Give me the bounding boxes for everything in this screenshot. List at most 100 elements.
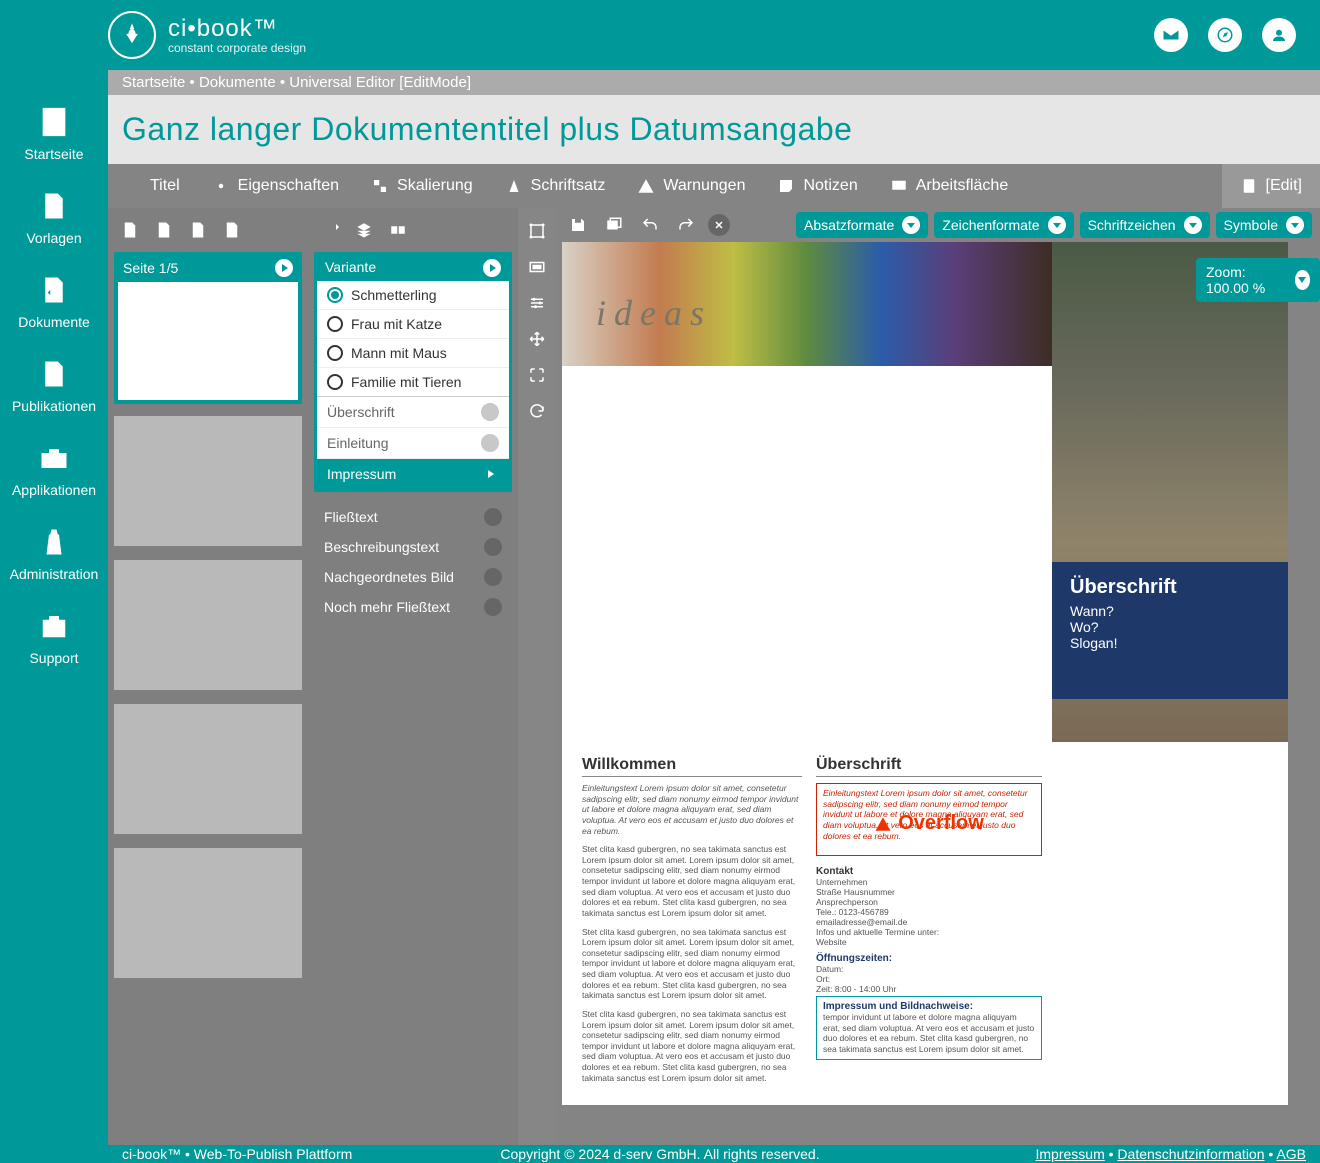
kontakt-line: Unternehmen [816, 877, 1042, 887]
breadcrumb[interactable]: Startseite • Dokumente • Universal Edito… [108, 70, 1320, 95]
file-duplicate-icon[interactable] [184, 216, 212, 244]
undo-icon[interactable] [636, 211, 664, 239]
oeffnung-line: Ort: [816, 974, 1042, 984]
document-page[interactable]: Überschrift Wann? Wo? Slogan! Willkommen… [562, 242, 1288, 1105]
section-item[interactable]: Noch mehr Fließtext [314, 592, 512, 622]
tab-titel[interactable]: Titel [108, 164, 196, 208]
close-icon[interactable] [708, 214, 730, 236]
heading: Überschrift [816, 756, 1042, 777]
nav-dokumente[interactable]: Dokumente [0, 262, 108, 346]
footer-link-agb[interactable]: AGB [1276, 1146, 1306, 1162]
dropdown-schriftzeichen[interactable]: Schriftzeichen [1080, 212, 1210, 238]
redo-icon[interactable] [672, 211, 700, 239]
images-icon[interactable] [600, 211, 628, 239]
nav-vorlagen[interactable]: Vorlagen [0, 178, 108, 262]
section-item[interactable]: Nachgeordnetes Bild [314, 562, 512, 592]
group-icon[interactable] [384, 216, 412, 244]
canvas-area: Absatzformate Zeichenformate Schriftzeic… [556, 208, 1320, 1145]
brand-tagline: constant corporate design [168, 41, 306, 55]
tab-skalierung[interactable]: Skalierung [355, 164, 489, 208]
section-item[interactable]: Impressum [317, 459, 509, 489]
footer-link-datenschutz[interactable]: Datenschutzinformation [1117, 1146, 1264, 1162]
file-new-icon[interactable] [116, 216, 144, 244]
page-thumb-blank[interactable] [114, 848, 302, 978]
section-label: Beschreibungstext [324, 539, 439, 555]
nav-label: Startseite [24, 146, 83, 162]
tab-editmode[interactable]: [Edit] [1222, 164, 1320, 208]
kontakt-line: emailadresse@email.de [816, 917, 1042, 927]
save-icon[interactable] [564, 211, 592, 239]
radio-icon [327, 374, 343, 390]
kontakt-line: Website [816, 937, 1042, 947]
compass-icon[interactable] [1208, 18, 1242, 52]
page-expand-icon[interactable] [275, 259, 293, 277]
nav-label: Applikationen [12, 482, 96, 498]
kontakt-line: Infos und aktuelle Termine unter: [816, 927, 1042, 937]
variant-option[interactable]: Schmetterling [317, 281, 509, 310]
footer-left: ci-book™ • Web-To-Publish Plattform [122, 1146, 352, 1162]
page-thumb-active[interactable]: Seite 1/5 [114, 252, 302, 404]
section-item[interactable]: Beschreibungstext [314, 532, 512, 562]
impressum-box[interactable]: Impressum und Bildnachweise: tempor invi… [816, 996, 1042, 1060]
variant-label: Frau mit Katze [351, 316, 442, 332]
sliders-icon[interactable] [522, 288, 552, 318]
page-thumb-blank[interactable] [114, 704, 302, 834]
layers-icon[interactable] [350, 216, 378, 244]
tab-notizen[interactable]: Notizen [761, 164, 873, 208]
dropdown-zeichenformate[interactable]: Zeichenformate [934, 212, 1073, 238]
heading: Willkommen [582, 756, 802, 777]
oeffnung-line: Datum: [816, 964, 1042, 974]
page-thumb-blank[interactable] [114, 416, 302, 546]
kontakt-head: Kontakt [816, 866, 1042, 877]
page-thumb-blank[interactable] [114, 560, 302, 690]
publication-icon [0, 356, 108, 392]
side-line: Wo? [1070, 619, 1270, 635]
page-thumbnail-preview [117, 281, 299, 401]
radio-icon [327, 345, 343, 361]
align-icon[interactable] [316, 216, 344, 244]
file-add-icon[interactable] [150, 216, 178, 244]
nav-publikationen[interactable]: Publikationen [0, 346, 108, 430]
nav-support[interactable]: Support [0, 598, 108, 682]
overflow-warning-box[interactable]: Einleitungstext Lorem ipsum dolor sit am… [816, 783, 1042, 856]
section-item[interactable]: Fließtext [314, 502, 512, 532]
dropdown-absatzformate[interactable]: Absatzformate [796, 212, 928, 238]
tab-warnungen[interactable]: Warnungen [621, 164, 761, 208]
frame-icon[interactable] [522, 252, 552, 282]
section-item[interactable]: Überschrift [317, 397, 509, 428]
chevron-right-icon [484, 538, 502, 556]
logo[interactable]: ci•book™ constant corporate design [108, 11, 306, 59]
kontakt-line: Ansprechperson [816, 897, 1042, 907]
bounding-box-icon[interactable] [522, 216, 552, 246]
user-icon[interactable] [1262, 18, 1296, 52]
section-item[interactable]: Einleitung [317, 428, 509, 459]
move-icon[interactable] [522, 324, 552, 354]
chevron-down-icon [1295, 270, 1310, 290]
variant-option[interactable]: Familie mit Tieren [317, 368, 509, 396]
tab-schriftsatz[interactable]: Schriftsatz [489, 164, 622, 208]
tab-arbeitsflaeche[interactable]: Arbeitsfläche [874, 164, 1025, 208]
building-icon [0, 104, 108, 140]
panel-expand-icon[interactable] [483, 259, 501, 277]
variant-option[interactable]: Mann mit Maus [317, 339, 509, 368]
file-delete-icon[interactable] [218, 216, 246, 244]
footer-link-impressum[interactable]: Impressum [1036, 1146, 1105, 1162]
tab-eigenschaften[interactable]: Eigenschaften [196, 164, 355, 208]
oeffnung-line: Zeit: 8:00 - 14:00 Uhr [816, 984, 1042, 994]
dropdown-symbole[interactable]: Symbole [1216, 212, 1312, 238]
chevron-down-icon [1286, 216, 1304, 234]
zoom-dropdown[interactable]: Zoom: 100.00 % [1196, 258, 1320, 302]
chevron-right-icon [484, 508, 502, 526]
fullscreen-icon[interactable] [522, 360, 552, 390]
chevron-down-icon [1048, 216, 1066, 234]
mail-icon[interactable] [1154, 18, 1188, 52]
footer-links: Impressum • Datenschutzinformation • AGB [1036, 1146, 1307, 1162]
panel-title: Variante [325, 259, 376, 277]
refresh-icon[interactable] [522, 396, 552, 426]
nav-administration[interactable]: Administration [0, 514, 108, 598]
variant-option[interactable]: Frau mit Katze [317, 310, 509, 339]
radio-icon [327, 287, 343, 303]
variant-label: Mann mit Maus [351, 345, 447, 361]
nav-applikationen[interactable]: Applikationen [0, 430, 108, 514]
nav-startseite[interactable]: Startseite [0, 94, 108, 178]
